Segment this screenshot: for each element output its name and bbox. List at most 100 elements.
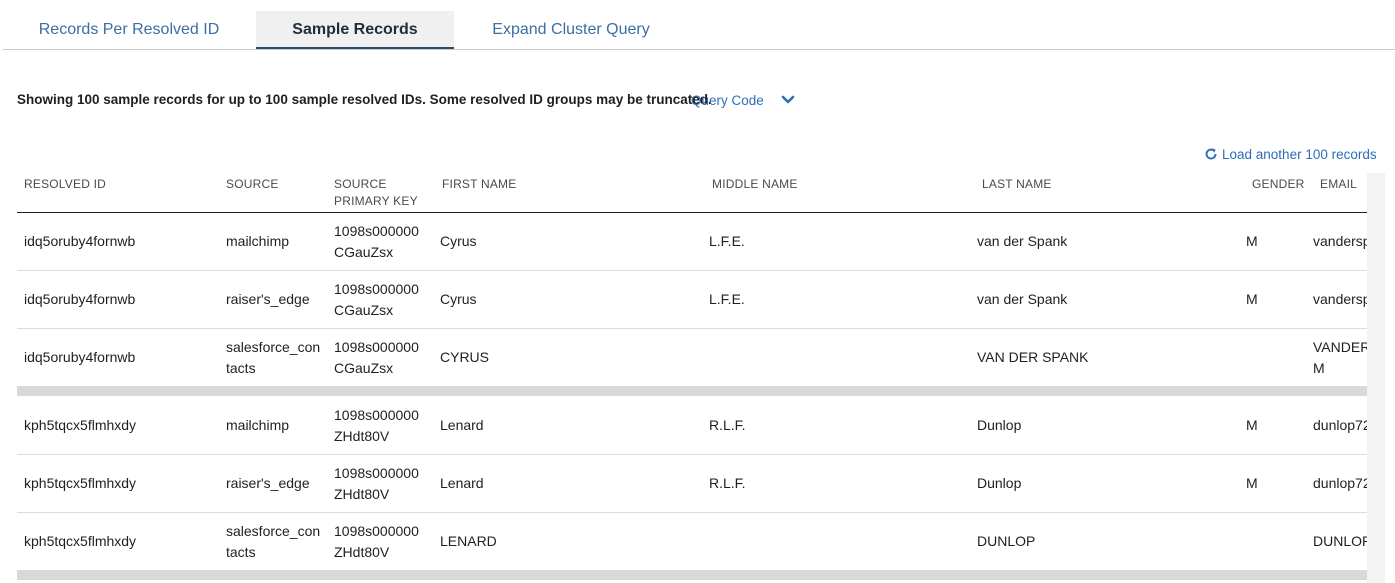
- header-first-name: FIRST NAME: [442, 177, 517, 191]
- cell-resolved-id: kph5tqcx5flmhxdy: [24, 533, 137, 549]
- cell-email: VANDER M: [1313, 337, 1367, 379]
- cell-source: mailchimp: [226, 415, 289, 436]
- cell-middle-name: L.F.E.: [709, 291, 745, 307]
- cell-email-line1: dunlop72: [1313, 417, 1367, 433]
- table-row: idq5oruby4fornwb salesforce_con tacts 109…: [17, 329, 1367, 386]
- cell-pk-line2: ZHdt80V: [334, 544, 390, 560]
- cell-pk-line1: 1098s000000: [334, 465, 419, 481]
- cell-resolved-id: kph5tqcx5flmhxdy: [24, 475, 137, 491]
- tab-sample-records[interactable]: Sample Records: [256, 11, 454, 49]
- cell-email: DUNLOP: [1313, 531, 1367, 552]
- chevron-down-icon[interactable]: [780, 92, 796, 108]
- cell-first-name: Lenard: [440, 417, 484, 433]
- cell-first-name: Lenard: [440, 475, 484, 491]
- sample-records-table: RESOLVED ID SOURCE SOURCE PRIMARY KEY FI…: [17, 173, 1367, 583]
- tab-records-per-resolved-id[interactable]: Records Per Resolved ID: [3, 11, 255, 47]
- cell-middle-name: L.F.E.: [709, 233, 745, 249]
- cell-email: dunlop72: [1313, 415, 1367, 436]
- cell-email-line1: vandersp: [1313, 233, 1367, 249]
- cell-pk-line2: CGauZsx: [334, 302, 394, 318]
- header-source-primary-key-line1: SOURCE: [334, 177, 387, 191]
- cell-pk-line2: ZHdt80V: [334, 486, 390, 502]
- cell-source: salesforce_con tacts: [226, 337, 320, 379]
- cell-source-primary-key: 1098s000000 CGauZsx: [334, 221, 419, 263]
- header-email: EMAIL: [1320, 177, 1358, 191]
- cell-source-line1: raiser's_edge: [226, 291, 310, 307]
- cell-pk-line1: 1098s000000: [334, 407, 419, 423]
- cell-source: raiser's_edge: [226, 473, 310, 494]
- query-code-link[interactable]: Query Code: [691, 93, 764, 108]
- cell-source-primary-key: 1098s000000 ZHdt80V: [334, 463, 419, 505]
- header-middle-name: MIDDLE NAME: [712, 177, 798, 191]
- tab-bar: Records Per Resolved ID Sample Records E…: [3, 11, 1395, 50]
- cell-source: mailchimp: [226, 231, 289, 252]
- cell-source: salesforce_contacts: [226, 521, 320, 563]
- cell-source-line1: raiser's_edge: [226, 475, 310, 491]
- cell-pk-line2: CGauZsx: [334, 360, 394, 376]
- cell-email-line2: M: [1313, 360, 1325, 376]
- cell-first-name: CYRUS: [440, 349, 490, 365]
- table-row: kph5tqcx5flmhxdy salesforce_contacts 109…: [17, 513, 1367, 570]
- cell-pk-line1: 1098s000000: [334, 339, 419, 355]
- cell-pk-line2: ZHdt80V: [334, 428, 390, 444]
- refresh-icon: [1205, 148, 1217, 160]
- cell-gender: M: [1246, 233, 1258, 249]
- cell-pk-line1: 1098s000000: [334, 281, 419, 297]
- cell-email: vandersp: [1313, 289, 1367, 310]
- cell-resolved-id: idq5oruby4fornwb: [24, 349, 136, 365]
- cell-resolved-id: idq5oruby4fornwb: [24, 291, 136, 307]
- cell-last-name: DUNLOP: [977, 533, 1036, 549]
- cell-gender: M: [1246, 417, 1258, 433]
- cell-email: dunlop72: [1313, 473, 1367, 494]
- summary-text: Showing 100 sample records for up to 100…: [17, 92, 712, 107]
- cell-email-line1: vandersp: [1313, 291, 1367, 307]
- cell-email-line1: DUNLOP: [1313, 533, 1367, 549]
- cell-resolved-id: idq5oruby4fornwb: [24, 233, 136, 249]
- cell-pk-line2: CGauZsx: [334, 244, 394, 260]
- cell-source-line1: salesforce_con: [226, 523, 321, 539]
- cell-first-name: LENARD: [440, 533, 497, 549]
- cell-source-line1: mailchimp: [226, 233, 290, 249]
- cell-resolved-id: kph5tqcx5flmhxdy: [24, 417, 137, 433]
- table-header: RESOLVED ID SOURCE SOURCE PRIMARY KEY FI…: [17, 173, 1367, 213]
- load-more-label: Load another 100 records: [1222, 147, 1377, 162]
- group-separator: [17, 386, 1367, 396]
- cell-first-name: Cyrus: [440, 233, 477, 249]
- header-last-name: LAST NAME: [982, 177, 1052, 191]
- cell-email: vandersp: [1313, 231, 1367, 252]
- table-row: idq5oruby4fornwb mailchimp 1098s000000 CG…: [17, 213, 1367, 271]
- cell-source-primary-key: 1098s000000 ZHdt80V: [334, 521, 419, 563]
- cell-last-name: van der Spank: [977, 291, 1068, 307]
- cell-source-line2: tacts: [226, 544, 256, 560]
- cell-first-name: Cyrus: [440, 291, 477, 307]
- table-row: kph5tqcx5flmhxdy mailchimp 1098s000000 ZH…: [17, 397, 1367, 455]
- tab-expand-cluster-query[interactable]: Expand Cluster Query: [471, 11, 671, 47]
- cell-source-primary-key: 1098s000000 CGauZsx: [334, 337, 419, 379]
- header-resolved-id: RESOLVED ID: [24, 177, 106, 191]
- group-separator: [17, 570, 1367, 580]
- load-more-button[interactable]: Load another 100 records: [1204, 147, 1377, 162]
- cell-last-name: Dunlop: [977, 475, 1022, 491]
- cell-email-line1: dunlop72: [1313, 475, 1367, 491]
- horizontal-scroll-area[interactable]: [1367, 173, 1385, 583]
- header-source: SOURCE: [226, 177, 279, 191]
- header-gender: GENDER: [1252, 177, 1305, 191]
- cell-source: raiser's_edge: [226, 289, 310, 310]
- cell-last-name: VAN DER SPANK: [977, 349, 1089, 365]
- cell-middle-name: R.L.F.: [709, 417, 746, 433]
- cell-gender: M: [1246, 291, 1258, 307]
- table-row: idq5oruby4fornwb raiser's_edge 1098s0000…: [17, 271, 1367, 329]
- cell-source-line2: tacts: [226, 360, 256, 376]
- cell-email-line1: VANDER: [1313, 339, 1367, 355]
- cell-source-primary-key: 1098s000000 ZHdt80V: [334, 405, 419, 447]
- table-row: kph5tqcx5flmhxdy raiser's_edge 1098s0000…: [17, 455, 1367, 513]
- cell-pk-line1: 1098s000000: [334, 223, 419, 239]
- cell-source-line1: mailchimp: [226, 417, 290, 433]
- cell-last-name: Dunlop: [977, 417, 1022, 433]
- cell-middle-name: R.L.F.: [709, 475, 746, 491]
- header-source-primary-key-line2: PRIMARY KEY: [334, 194, 418, 208]
- header-source-primary-key: SOURCE PRIMARY KEY: [334, 176, 418, 210]
- cell-last-name: van der Spank: [977, 233, 1068, 249]
- cell-gender: M: [1246, 475, 1258, 491]
- cell-pk-line1: 1098s000000: [334, 523, 419, 539]
